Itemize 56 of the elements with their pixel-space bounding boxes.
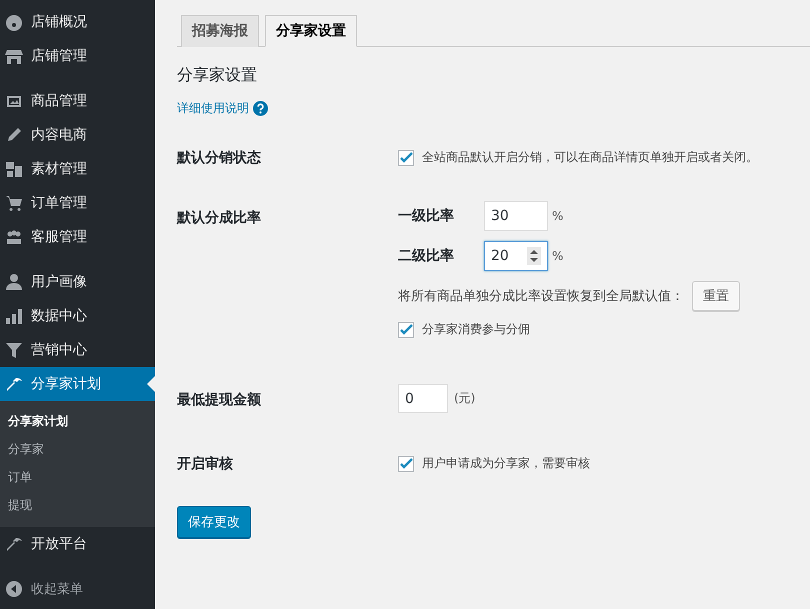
- submenu-item[interactable]: 提现: [0, 491, 155, 519]
- help-icon[interactable]: [253, 101, 268, 116]
- tab[interactable]: 招募海报: [181, 15, 259, 47]
- setting-label: 开启审核: [177, 455, 234, 473]
- menu-icon: [5, 126, 23, 144]
- collapse-menu-item[interactable]: 收起菜单: [0, 572, 155, 606]
- menu-icon: [5, 535, 23, 553]
- rate-label: 一级比率: [398, 207, 455, 225]
- menu-item[interactable]: 营销中心: [0, 333, 155, 367]
- unit-label: %: [552, 209, 564, 223]
- checkbox[interactable]: [398, 322, 414, 338]
- reset-label: 将所有商品单独分成比率设置恢复到全局默认值：: [398, 288, 684, 305]
- setting-label: 最低提现金额: [177, 390, 262, 410]
- menu-icon: [5, 228, 23, 246]
- save-button[interactable]: 保存更改: [177, 506, 251, 538]
- unit-label: %: [552, 249, 564, 263]
- unit-label: (元): [454, 390, 476, 407]
- option-label: 分享家消费参与分佣: [422, 321, 530, 338]
- menu-item[interactable]: 数据中心: [0, 299, 155, 333]
- menu-item[interactable]: 店铺管理: [0, 39, 155, 73]
- menu-icon: [5, 194, 23, 212]
- spinner-icon[interactable]: [527, 247, 541, 265]
- rate-label: 二级比率: [398, 247, 455, 265]
- submenu-item[interactable]: 订单: [0, 463, 155, 491]
- menu-item[interactable]: 客服管理: [0, 220, 155, 254]
- checkbox[interactable]: [398, 150, 414, 166]
- menu-icon: [5, 160, 23, 178]
- menu-item[interactable]: 素材管理: [0, 152, 155, 186]
- menu-item[interactable]: 商品管理: [0, 84, 155, 118]
- number-field[interactable]: 20: [484, 241, 548, 271]
- checkbox[interactable]: [398, 456, 414, 472]
- reset-button[interactable]: 重置: [692, 281, 740, 311]
- page-heading: 分享家设置: [177, 65, 258, 86]
- menu-item[interactable]: 内容电商: [0, 118, 155, 152]
- menu-item[interactable]: 分享家计划: [0, 367, 155, 401]
- setting-label: 默认分销状态: [177, 149, 262, 167]
- collapse-icon: [5, 580, 23, 598]
- submenu-item[interactable]: 分享家计划: [0, 407, 155, 435]
- menu-item[interactable]: 店铺概况: [0, 5, 155, 39]
- menu-item[interactable]: 用户画像: [0, 265, 155, 299]
- menu-item[interactable]: 订单管理: [0, 186, 155, 220]
- option-label: 全站商品默认开启分销，可以在商品详情页单独开启或者关闭。: [422, 149, 758, 166]
- menu-item[interactable]: 开放平台: [0, 527, 155, 561]
- submenu-item[interactable]: 分享家: [0, 435, 155, 463]
- tab[interactable]: 分享家设置: [265, 15, 357, 47]
- number-field[interactable]: 30: [484, 201, 548, 231]
- amount-field[interactable]: 0: [398, 384, 448, 413]
- menu-icon: [5, 375, 23, 393]
- help-link[interactable]: 详细使用说明: [177, 100, 249, 117]
- setting-label: 默认分成比率: [177, 208, 262, 228]
- menu-icon: [5, 273, 23, 291]
- menu-icon: [5, 341, 23, 359]
- menu-icon: [5, 47, 23, 65]
- menu-icon: [5, 307, 23, 325]
- option-label: 用户申请成为分享家，需要审核: [422, 455, 590, 472]
- menu-icon: [5, 13, 23, 31]
